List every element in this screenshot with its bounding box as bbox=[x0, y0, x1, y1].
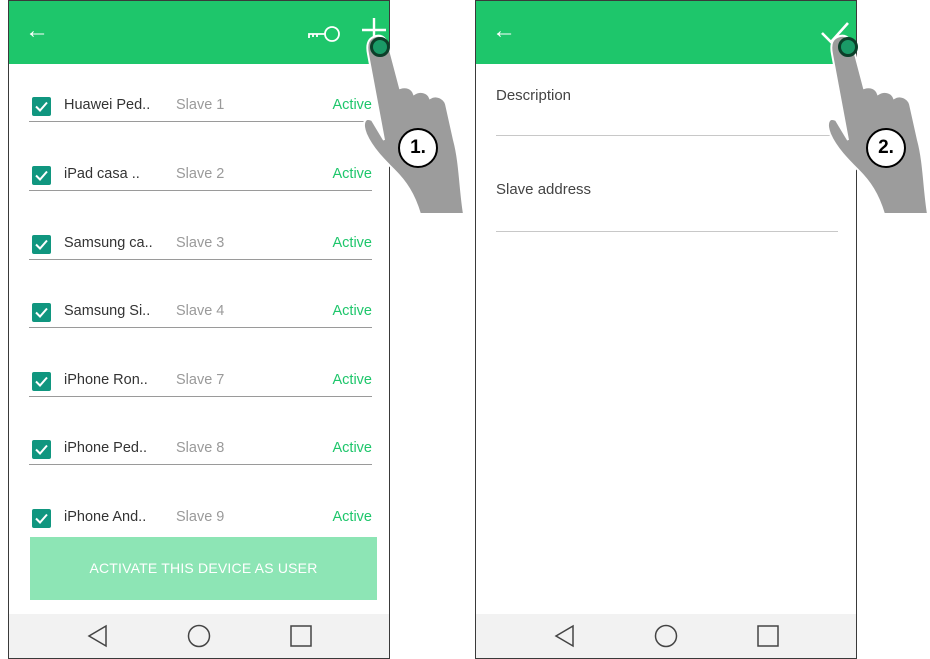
slave-label: Slave 9 bbox=[176, 509, 225, 525]
divider bbox=[29, 396, 372, 397]
slave-label: Slave 7 bbox=[176, 372, 225, 388]
nav-back-icon[interactable] bbox=[553, 624, 577, 648]
slave-address-label: Slave address bbox=[496, 181, 592, 198]
list-item[interactable]: Huawei Ped.. Slave 1 Active bbox=[29, 73, 372, 142]
nav-home-icon[interactable] bbox=[187, 624, 211, 648]
divider bbox=[29, 259, 372, 260]
checkmark-icon bbox=[35, 376, 48, 387]
slave-label: Slave 3 bbox=[176, 235, 225, 251]
device-name: iPhone Ron.. bbox=[64, 372, 148, 388]
checkbox[interactable] bbox=[32, 97, 51, 116]
list-item[interactable]: iPad casa .. Slave 2 Active bbox=[29, 142, 372, 211]
system-nav-bar bbox=[9, 614, 389, 658]
system-nav-bar bbox=[476, 614, 856, 658]
slave-address-field[interactable]: Slave address bbox=[496, 181, 838, 232]
pointing-hand-icon bbox=[827, 34, 929, 215]
description-field[interactable]: Description bbox=[496, 87, 838, 136]
checkbox[interactable] bbox=[32, 372, 51, 391]
description-label: Description bbox=[496, 87, 572, 104]
divider bbox=[29, 464, 372, 465]
status-label: Active bbox=[332, 235, 373, 251]
list-item[interactable]: iPhone Ron.. Slave 7 Active bbox=[29, 348, 372, 417]
status-label: Active bbox=[332, 440, 373, 456]
nav-back-icon[interactable] bbox=[86, 624, 110, 648]
checkbox[interactable] bbox=[32, 440, 51, 459]
activate-device-button[interactable]: ACTIVATE THIS DEVICE AS USER bbox=[30, 537, 377, 600]
slave-label: Slave 4 bbox=[176, 303, 225, 319]
device-name: iPhone And.. bbox=[64, 509, 147, 525]
nav-recents-icon[interactable] bbox=[289, 624, 313, 648]
list-item[interactable]: Samsung ca.. Slave 3 Active bbox=[29, 211, 372, 280]
checkbox[interactable] bbox=[32, 303, 51, 322]
nav-recents-icon[interactable] bbox=[756, 624, 780, 648]
device-name: iPhone Ped.. bbox=[64, 440, 148, 456]
status-label: Active bbox=[332, 509, 373, 525]
divider bbox=[29, 190, 372, 191]
device-name: iPad casa .. bbox=[64, 166, 140, 182]
device-list-screen: ← Huawei Ped.. Slave 1 Active iPad casa … bbox=[8, 0, 390, 659]
app-bar: ← bbox=[476, 1, 856, 64]
pointing-hand-icon bbox=[363, 34, 465, 215]
key-icon[interactable] bbox=[307, 25, 341, 43]
status-label: Active bbox=[332, 372, 373, 388]
divider bbox=[29, 121, 372, 122]
device-name: Samsung ca.. bbox=[64, 235, 153, 251]
slave-label: Slave 8 bbox=[176, 440, 225, 456]
slave-label: Slave 2 bbox=[176, 166, 225, 182]
add-slave-screen: ← Description Slave address bbox=[475, 0, 857, 659]
checkmark-icon bbox=[35, 170, 48, 181]
back-arrow-icon[interactable]: ← bbox=[25, 19, 49, 43]
step-2-badge: 2. bbox=[866, 128, 906, 168]
description-underline bbox=[496, 135, 838, 136]
checkmark-icon bbox=[35, 101, 48, 112]
list-item[interactable]: Samsung Si.. Slave 4 Active bbox=[29, 279, 372, 348]
status-label: Active bbox=[332, 303, 373, 319]
checkmark-icon bbox=[35, 239, 48, 250]
step-1-badge: 1. bbox=[398, 128, 438, 168]
slave-label: Slave 1 bbox=[176, 97, 225, 113]
checkbox[interactable] bbox=[32, 166, 51, 185]
device-name: Samsung Si.. bbox=[64, 303, 151, 319]
nav-home-icon[interactable] bbox=[654, 624, 678, 648]
device-name: Huawei Ped.. bbox=[64, 97, 151, 113]
list-item[interactable]: iPhone Ped.. Slave 8 Active bbox=[29, 416, 372, 485]
checkbox[interactable] bbox=[32, 235, 51, 254]
app-bar: ← bbox=[9, 1, 389, 64]
checkmark-icon bbox=[35, 307, 48, 318]
divider bbox=[29, 327, 372, 328]
back-arrow-icon[interactable]: ← bbox=[492, 19, 516, 43]
slave-address-underline bbox=[496, 231, 838, 232]
checkbox[interactable] bbox=[32, 509, 51, 528]
checkmark-icon bbox=[35, 444, 48, 455]
checkmark-icon bbox=[35, 513, 48, 524]
